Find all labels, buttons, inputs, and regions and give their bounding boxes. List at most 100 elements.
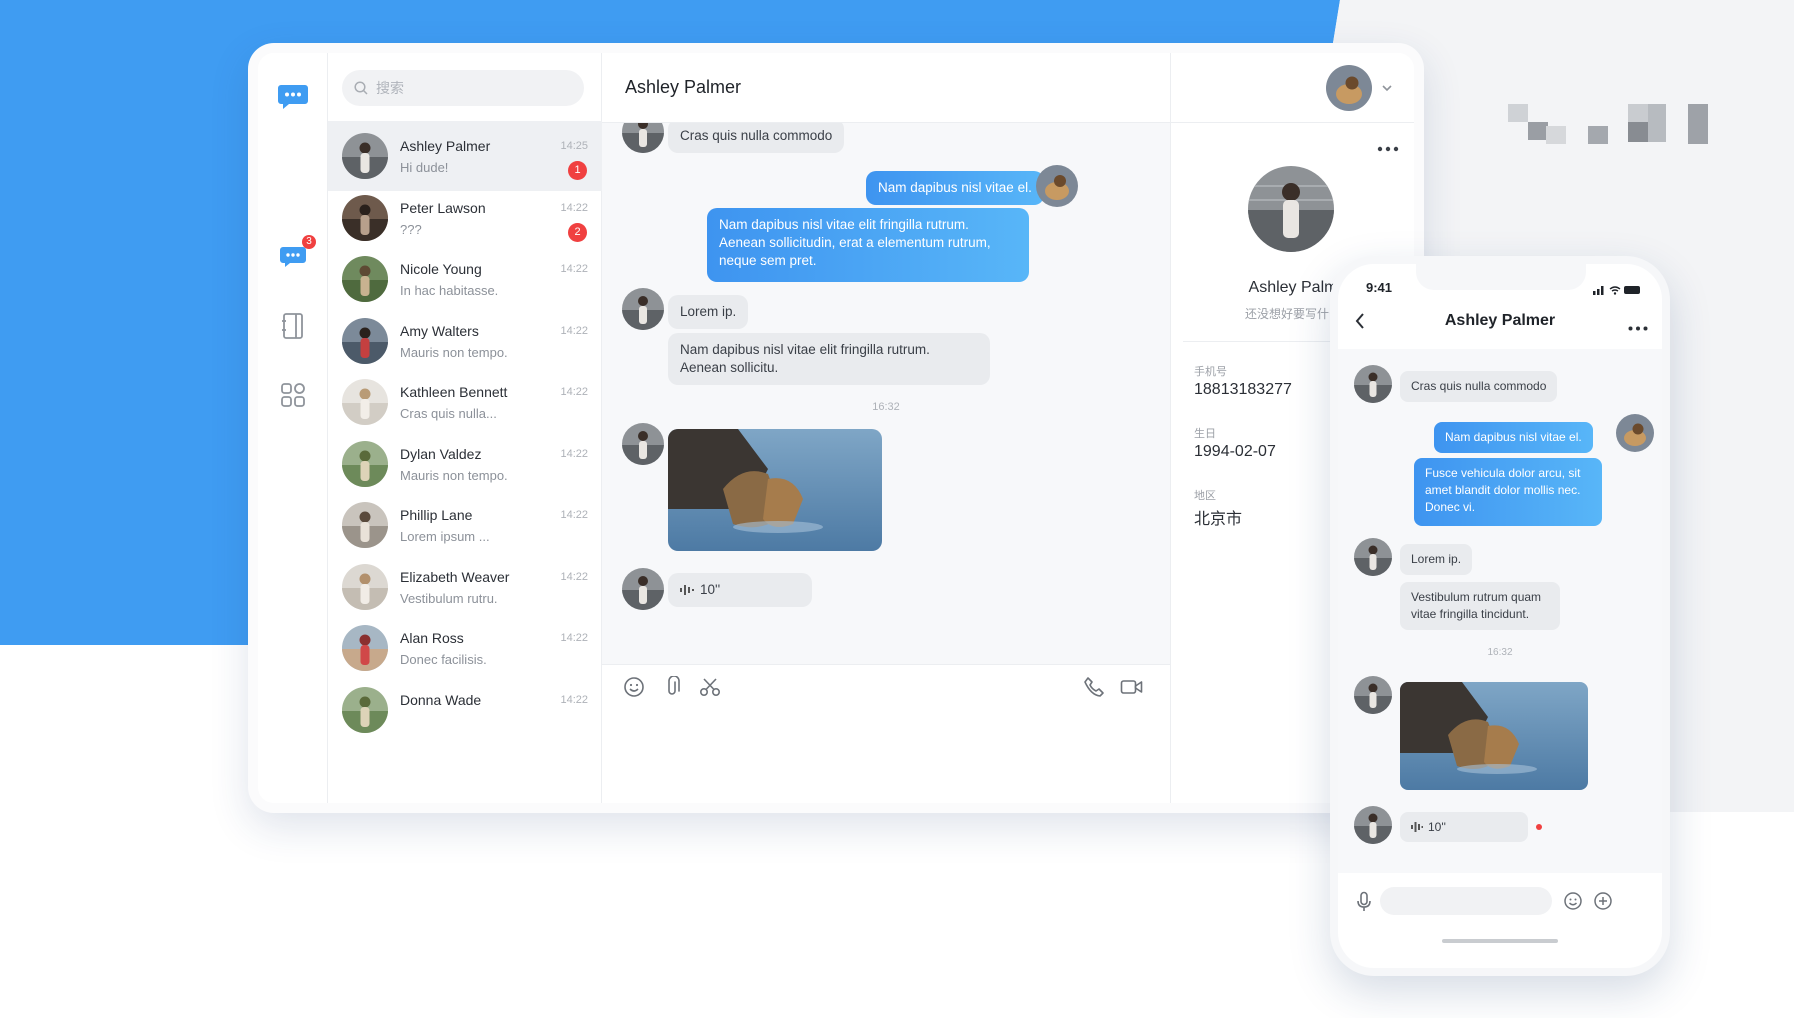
avatar — [342, 194, 388, 241]
image-message[interactable] — [1400, 682, 1588, 790]
search-icon — [354, 81, 368, 95]
composer — [602, 664, 1170, 803]
scissors-icon[interactable] — [698, 675, 722, 699]
birthday-label: 生日 — [1194, 428, 1216, 440]
avatar[interactable] — [1248, 166, 1334, 252]
conversation-preview: Donec facilisis. — [400, 652, 487, 667]
conversation-name: Alan Ross — [400, 630, 464, 646]
attach-icon[interactable] — [660, 675, 684, 699]
message-bubble-me: Fusce vehicula dolor arcu, sit amet blan… — [1414, 458, 1602, 526]
chat-icon[interactable]: 3 — [275, 235, 316, 275]
more-icon[interactable] — [1377, 139, 1399, 157]
avatar — [342, 440, 388, 487]
conversation-item[interactable]: Peter Lawson??? 14:22 2 — [328, 183, 602, 253]
chevron-down-icon[interactable] — [1381, 81, 1393, 99]
conversation-item[interactable]: Nicole Young In hac habitasse. 14:22 — [328, 244, 602, 314]
home-indicator — [1442, 939, 1558, 943]
message-bubble-me: Nam dapibus nisl vitae el. — [866, 171, 1044, 205]
conversation-name: Peter Lawson — [400, 199, 486, 216]
region-value: 北京市 — [1194, 511, 1243, 528]
message-input[interactable] — [1380, 887, 1552, 915]
conversation-preview: Mauris non tempo. — [400, 467, 508, 483]
voice-wave-icon — [1411, 822, 1423, 832]
avatar[interactable] — [1616, 414, 1654, 452]
avatar[interactable] — [622, 123, 664, 153]
message-bubble-me: Nam dapibus nisl vitae el. — [1434, 422, 1593, 453]
avatar — [342, 256, 388, 302]
avatar[interactable] — [1326, 65, 1372, 111]
contacts-icon[interactable] — [275, 308, 311, 344]
message-bubble: Lorem ip. — [668, 295, 749, 329]
emoji-icon[interactable] — [1563, 891, 1583, 916]
conversation-item[interactable]: Phillip Lane Lorem ipsum ... 14:22 — [328, 490, 602, 560]
conversation-preview: Lorem ipsum ... — [400, 529, 490, 544]
avatar[interactable] — [622, 288, 664, 330]
more-icon[interactable] — [1628, 318, 1648, 336]
voice-message[interactable]: 10'' — [668, 573, 812, 607]
search-input[interactable]: 搜索 — [342, 70, 584, 106]
birthday-value: 1994-02-07 — [1194, 443, 1276, 460]
avatar — [342, 379, 388, 425]
search-placeholder: 搜索 — [376, 80, 404, 96]
apps-icon[interactable] — [275, 377, 311, 413]
desktop-window: 3 搜索 Ashley Palmer Hi dude! 14:25 1 Peter La… — [248, 43, 1424, 813]
phone-value: 18813183277 — [1194, 381, 1292, 398]
conversation-item[interactable]: Dylan Valdez Mauris non tempo. 14:22 — [328, 429, 602, 499]
status-time: 9:41 — [1366, 280, 1393, 295]
chat-logo-icon — [275, 79, 311, 115]
message-bubble: Cras quis nulla commodo — [1400, 371, 1558, 402]
conversation-item[interactable]: Elizabeth Weaver Vestibulum rutru. 14:22 — [328, 552, 602, 622]
decorative-pixels — [1508, 104, 1708, 144]
unplayed-dot — [1536, 824, 1542, 830]
video-icon[interactable] — [1120, 675, 1144, 699]
image-message[interactable] — [668, 429, 882, 551]
avatar — [342, 317, 388, 364]
avatar[interactable] — [1354, 538, 1392, 576]
conversation-item[interactable]: Amy Walters Mauris non tempo. 14:22 — [328, 306, 602, 376]
phone-label: 手机号 — [1194, 366, 1227, 378]
desktop-app: 3 搜索 Ashley Palmer Hi dude! 14:25 1 Peter La… — [258, 53, 1414, 803]
conversation-item[interactable]: Donna Wade 14:22 — [328, 675, 602, 745]
conversation-name: Dylan Valdez — [400, 445, 482, 462]
avatar[interactable] — [1354, 676, 1392, 714]
mobile-device: 9:41 Ashley Palmer Cras quis nulla commo… — [1330, 256, 1670, 976]
avatar[interactable] — [1354, 806, 1392, 844]
avatar[interactable] — [1036, 165, 1078, 207]
nav-rail: 3 — [258, 53, 328, 803]
conversation-preview: Vestibulum rutru. — [400, 590, 498, 606]
chat-header: Ashley Palmer — [602, 53, 1170, 123]
conversation-preview: In hac habitasse. — [400, 283, 499, 298]
conversation-item[interactable]: Ashley Palmer Hi dude! 14:25 1 — [328, 121, 602, 191]
conversation-name: Kathleen Bennett — [400, 384, 508, 400]
region-label: 地区 — [1194, 490, 1216, 502]
conversation-item[interactable]: Alan Ross Donec facilisis. 14:22 — [328, 613, 602, 683]
status-icons — [1593, 282, 1643, 300]
notch — [1416, 264, 1586, 290]
chat-title: Ashley Palmer — [625, 77, 742, 97]
conversation-time: 14:25 — [560, 140, 588, 152]
conversation-time: 14:22 — [560, 386, 588, 398]
mobile-app: 9:41 Ashley Palmer Cras quis nulla commo… — [1338, 264, 1662, 968]
avatar — [342, 502, 388, 548]
conversation-name: Phillip Lane — [400, 507, 473, 523]
mic-icon[interactable] — [1356, 891, 1372, 918]
conversation-item[interactable]: Kathleen Bennett Cras quis nulla... 14:22 — [328, 367, 602, 437]
conversation-preview: Hi dude! — [400, 160, 449, 175]
voice-message[interactable]: 10'' — [1400, 812, 1528, 842]
avatar[interactable] — [622, 568, 664, 610]
message-bubble: Nam dapibus nisl vitae elit fringilla ru… — [668, 333, 990, 385]
conversation-list: 搜索 Ashley Palmer Hi dude! 14:25 1 Peter Laws… — [328, 53, 602, 803]
avatar — [342, 625, 388, 671]
conversation-name: Ashley Palmer — [400, 138, 491, 154]
phone-call-icon[interactable] — [1082, 675, 1106, 699]
conversation-name: Nicole Young — [400, 261, 482, 277]
unread-badge: 2 — [568, 222, 587, 242]
message-bubble: Cras quis nulla commodo — [668, 123, 845, 153]
emoji-icon[interactable] — [622, 675, 646, 699]
conversation-preview: ??? — [400, 221, 422, 237]
conversation-time: 14:22 — [560, 263, 588, 275]
avatar[interactable] — [1354, 365, 1392, 403]
plus-icon[interactable] — [1593, 891, 1613, 916]
avatar[interactable] — [622, 423, 664, 465]
conversation-preview: Cras quis nulla... — [400, 406, 497, 421]
